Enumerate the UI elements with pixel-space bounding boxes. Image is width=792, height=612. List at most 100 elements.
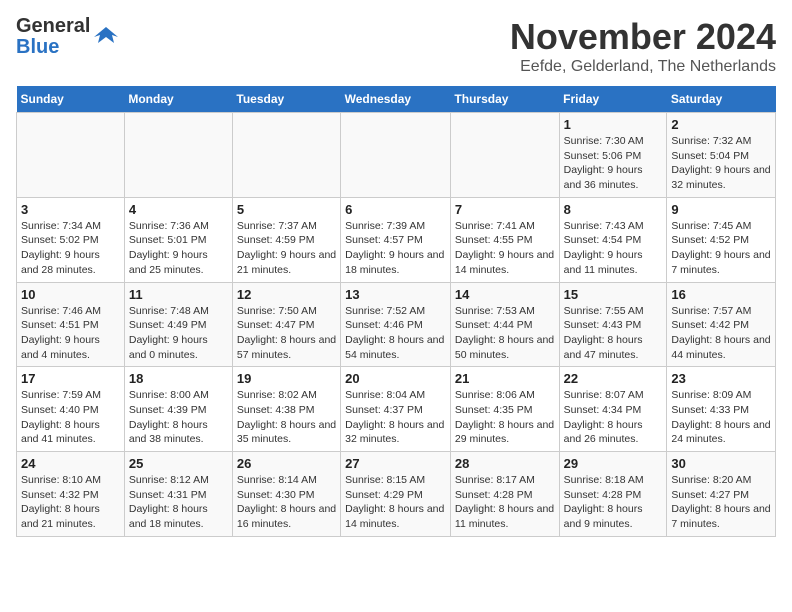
location: Eefde, Gelderland, The Netherlands (510, 58, 776, 76)
day-info: Sunrise: 8:20 AMSunset: 4:27 PMDaylight:… (671, 473, 771, 532)
day-info: Sunrise: 7:36 AMSunset: 5:01 PMDaylight:… (129, 219, 228, 278)
calendar-week-2: 3 Sunrise: 7:34 AMSunset: 5:02 PMDaylight… (17, 197, 776, 282)
day-info: Sunrise: 7:34 AMSunset: 5:02 PMDaylight:… (21, 219, 120, 278)
day-number: 29 (564, 456, 663, 471)
calendar-cell: 8 Sunrise: 7:43 AMSunset: 4:54 PMDaylight… (559, 197, 667, 282)
day-info: Sunrise: 7:32 AMSunset: 5:04 PMDaylight:… (671, 134, 771, 193)
day-number: 3 (21, 202, 120, 217)
page-header: General Blue November 2024 Eefde, Gelder… (16, 16, 776, 76)
day-info: Sunrise: 8:10 AMSunset: 4:32 PMDaylight:… (21, 473, 120, 532)
calendar-cell: 16 Sunrise: 7:57 AMSunset: 4:42 PMDayligh… (667, 282, 776, 367)
day-number: 6 (345, 202, 446, 217)
calendar-cell (341, 113, 451, 198)
day-number: 27 (345, 456, 446, 471)
calendar-cell (17, 113, 125, 198)
calendar-cell: 23Sunrise: 8:09 AMSunset: 4:33 PMDayligh… (667, 367, 776, 452)
day-info: Sunrise: 8:14 AMSunset: 4:30 PMDaylight:… (237, 473, 336, 532)
day-info: Sunrise: 8:06 AMSunset: 4:35 PMDaylight:… (455, 388, 555, 447)
day-number: 1 (564, 117, 663, 132)
calendar-cell: 18 Sunrise: 8:00 AMSunset: 4:39 PMDayligh… (124, 367, 232, 452)
weekday-header-wednesday: Wednesday (341, 86, 451, 113)
day-number: 17 (21, 371, 120, 386)
day-number: 11 (129, 287, 228, 302)
day-info: Sunrise: 8:04 AMSunset: 4:37 PMDaylight:… (345, 388, 446, 447)
day-number: 12 (237, 287, 336, 302)
logo: General Blue (16, 16, 120, 58)
calendar-cell: 3 Sunrise: 7:34 AMSunset: 5:02 PMDaylight… (17, 197, 125, 282)
calendar-cell: 21 Sunrise: 8:06 AMSunset: 4:35 PMDayligh… (450, 367, 559, 452)
day-number: 30 (671, 456, 771, 471)
calendar-cell: 17 Sunrise: 7:59 AMSunset: 4:40 PMDayligh… (17, 367, 125, 452)
day-number: 14 (455, 287, 555, 302)
day-number: 22 (564, 371, 663, 386)
weekday-header-monday: Monday (124, 86, 232, 113)
calendar-cell: 13 Sunrise: 7:52 AMSunset: 4:46 PMDayligh… (341, 282, 451, 367)
weekday-header-tuesday: Tuesday (232, 86, 340, 113)
calendar-cell: 19 Sunrise: 8:02 AMSunset: 4:38 PMDayligh… (232, 367, 340, 452)
calendar-cell: 9 Sunrise: 7:45 AMSunset: 4:52 PMDaylight… (667, 197, 776, 282)
logo-line2: Blue (16, 37, 90, 58)
calendar-cell: 1Sunrise: 7:30 AMSunset: 5:06 PMDaylight… (559, 113, 667, 198)
calendar-cell: 15Sunrise: 7:55 AMSunset: 4:43 PMDayligh… (559, 282, 667, 367)
day-number: 13 (345, 287, 446, 302)
calendar-cell: 6 Sunrise: 7:39 AMSunset: 4:57 PMDaylight… (341, 197, 451, 282)
weekday-header-sunday: Sunday (17, 86, 125, 113)
day-info: Sunrise: 8:12 AMSunset: 4:31 PMDaylight:… (129, 473, 228, 532)
day-number: 23 (671, 371, 771, 386)
calendar-cell: 11Sunrise: 7:48 AMSunset: 4:49 PMDayligh… (124, 282, 232, 367)
day-info: Sunrise: 8:07 AMSunset: 4:34 PMDaylight:… (564, 388, 663, 447)
day-number: 18 (129, 371, 228, 386)
calendar-cell (232, 113, 340, 198)
day-number: 9 (671, 202, 771, 217)
day-info: Sunrise: 7:37 AMSunset: 4:59 PMDaylight:… (237, 219, 336, 278)
day-info: Sunrise: 7:45 AMSunset: 4:52 PMDaylight:… (671, 219, 771, 278)
day-number: 5 (237, 202, 336, 217)
weekday-header-friday: Friday (559, 86, 667, 113)
calendar-cell: 10Sunrise: 7:46 AMSunset: 4:51 PMDayligh… (17, 282, 125, 367)
calendar-cell: 27 Sunrise: 8:15 AMSunset: 4:29 PMDayligh… (341, 452, 451, 537)
day-number: 20 (345, 371, 446, 386)
day-number: 19 (237, 371, 336, 386)
day-number: 8 (564, 202, 663, 217)
day-info: Sunrise: 7:46 AMSunset: 4:51 PMDaylight:… (21, 304, 120, 363)
day-info: Sunrise: 7:41 AMSunset: 4:55 PMDaylight:… (455, 219, 555, 278)
day-info: Sunrise: 8:15 AMSunset: 4:29 PMDaylight:… (345, 473, 446, 532)
day-info: Sunrise: 7:43 AMSunset: 4:54 PMDaylight:… (564, 219, 663, 278)
day-info: Sunrise: 7:55 AMSunset: 4:43 PMDaylight:… (564, 304, 663, 363)
calendar-cell: 28 Sunrise: 8:17 AMSunset: 4:28 PMDayligh… (450, 452, 559, 537)
day-info: Sunrise: 7:39 AMSunset: 4:57 PMDaylight:… (345, 219, 446, 278)
day-number: 2 (671, 117, 771, 132)
calendar-cell: 20 Sunrise: 8:04 AMSunset: 4:37 PMDayligh… (341, 367, 451, 452)
logo-bird-icon (92, 23, 120, 51)
day-number: 28 (455, 456, 555, 471)
weekday-header-thursday: Thursday (450, 86, 559, 113)
day-number: 16 (671, 287, 771, 302)
calendar-cell: 7Sunrise: 7:41 AMSunset: 4:55 PMDaylight… (450, 197, 559, 282)
day-number: 25 (129, 456, 228, 471)
calendar-cell: 30 Sunrise: 8:20 AMSunset: 4:27 PMDayligh… (667, 452, 776, 537)
calendar-cell: 24Sunrise: 8:10 AMSunset: 4:32 PMDayligh… (17, 452, 125, 537)
calendar-cell: 2 Sunrise: 7:32 AMSunset: 5:04 PMDaylight… (667, 113, 776, 198)
day-info: Sunrise: 8:17 AMSunset: 4:28 PMDaylight:… (455, 473, 555, 532)
day-number: 26 (237, 456, 336, 471)
day-info: Sunrise: 8:00 AMSunset: 4:39 PMDaylight:… (129, 388, 228, 447)
calendar-cell: 5 Sunrise: 7:37 AMSunset: 4:59 PMDaylight… (232, 197, 340, 282)
calendar-cell (450, 113, 559, 198)
day-info: Sunrise: 7:59 AMSunset: 4:40 PMDaylight:… (21, 388, 120, 447)
logo-line1: General (16, 16, 90, 37)
day-info: Sunrise: 7:57 AMSunset: 4:42 PMDaylight:… (671, 304, 771, 363)
calendar-cell: 14 Sunrise: 7:53 AMSunset: 4:44 PMDayligh… (450, 282, 559, 367)
day-info: Sunrise: 7:53 AMSunset: 4:44 PMDaylight:… (455, 304, 555, 363)
day-info: Sunrise: 8:02 AMSunset: 4:38 PMDaylight:… (237, 388, 336, 447)
calendar-cell: 22 Sunrise: 8:07 AMSunset: 4:34 PMDayligh… (559, 367, 667, 452)
calendar-cell: 29 Sunrise: 8:18 AMSunset: 4:28 PMDayligh… (559, 452, 667, 537)
weekday-header-saturday: Saturday (667, 86, 776, 113)
calendar-cell: 25 Sunrise: 8:12 AMSunset: 4:31 PMDayligh… (124, 452, 232, 537)
day-number: 4 (129, 202, 228, 217)
calendar-cell: 12Sunrise: 7:50 AMSunset: 4:47 PMDayligh… (232, 282, 340, 367)
calendar-week-1: 1Sunrise: 7:30 AMSunset: 5:06 PMDaylight… (17, 113, 776, 198)
day-info: Sunrise: 7:52 AMSunset: 4:46 PMDaylight:… (345, 304, 446, 363)
day-info: Sunrise: 8:18 AMSunset: 4:28 PMDaylight:… (564, 473, 663, 532)
calendar-cell: 26 Sunrise: 8:14 AMSunset: 4:30 PMDayligh… (232, 452, 340, 537)
day-number: 21 (455, 371, 555, 386)
